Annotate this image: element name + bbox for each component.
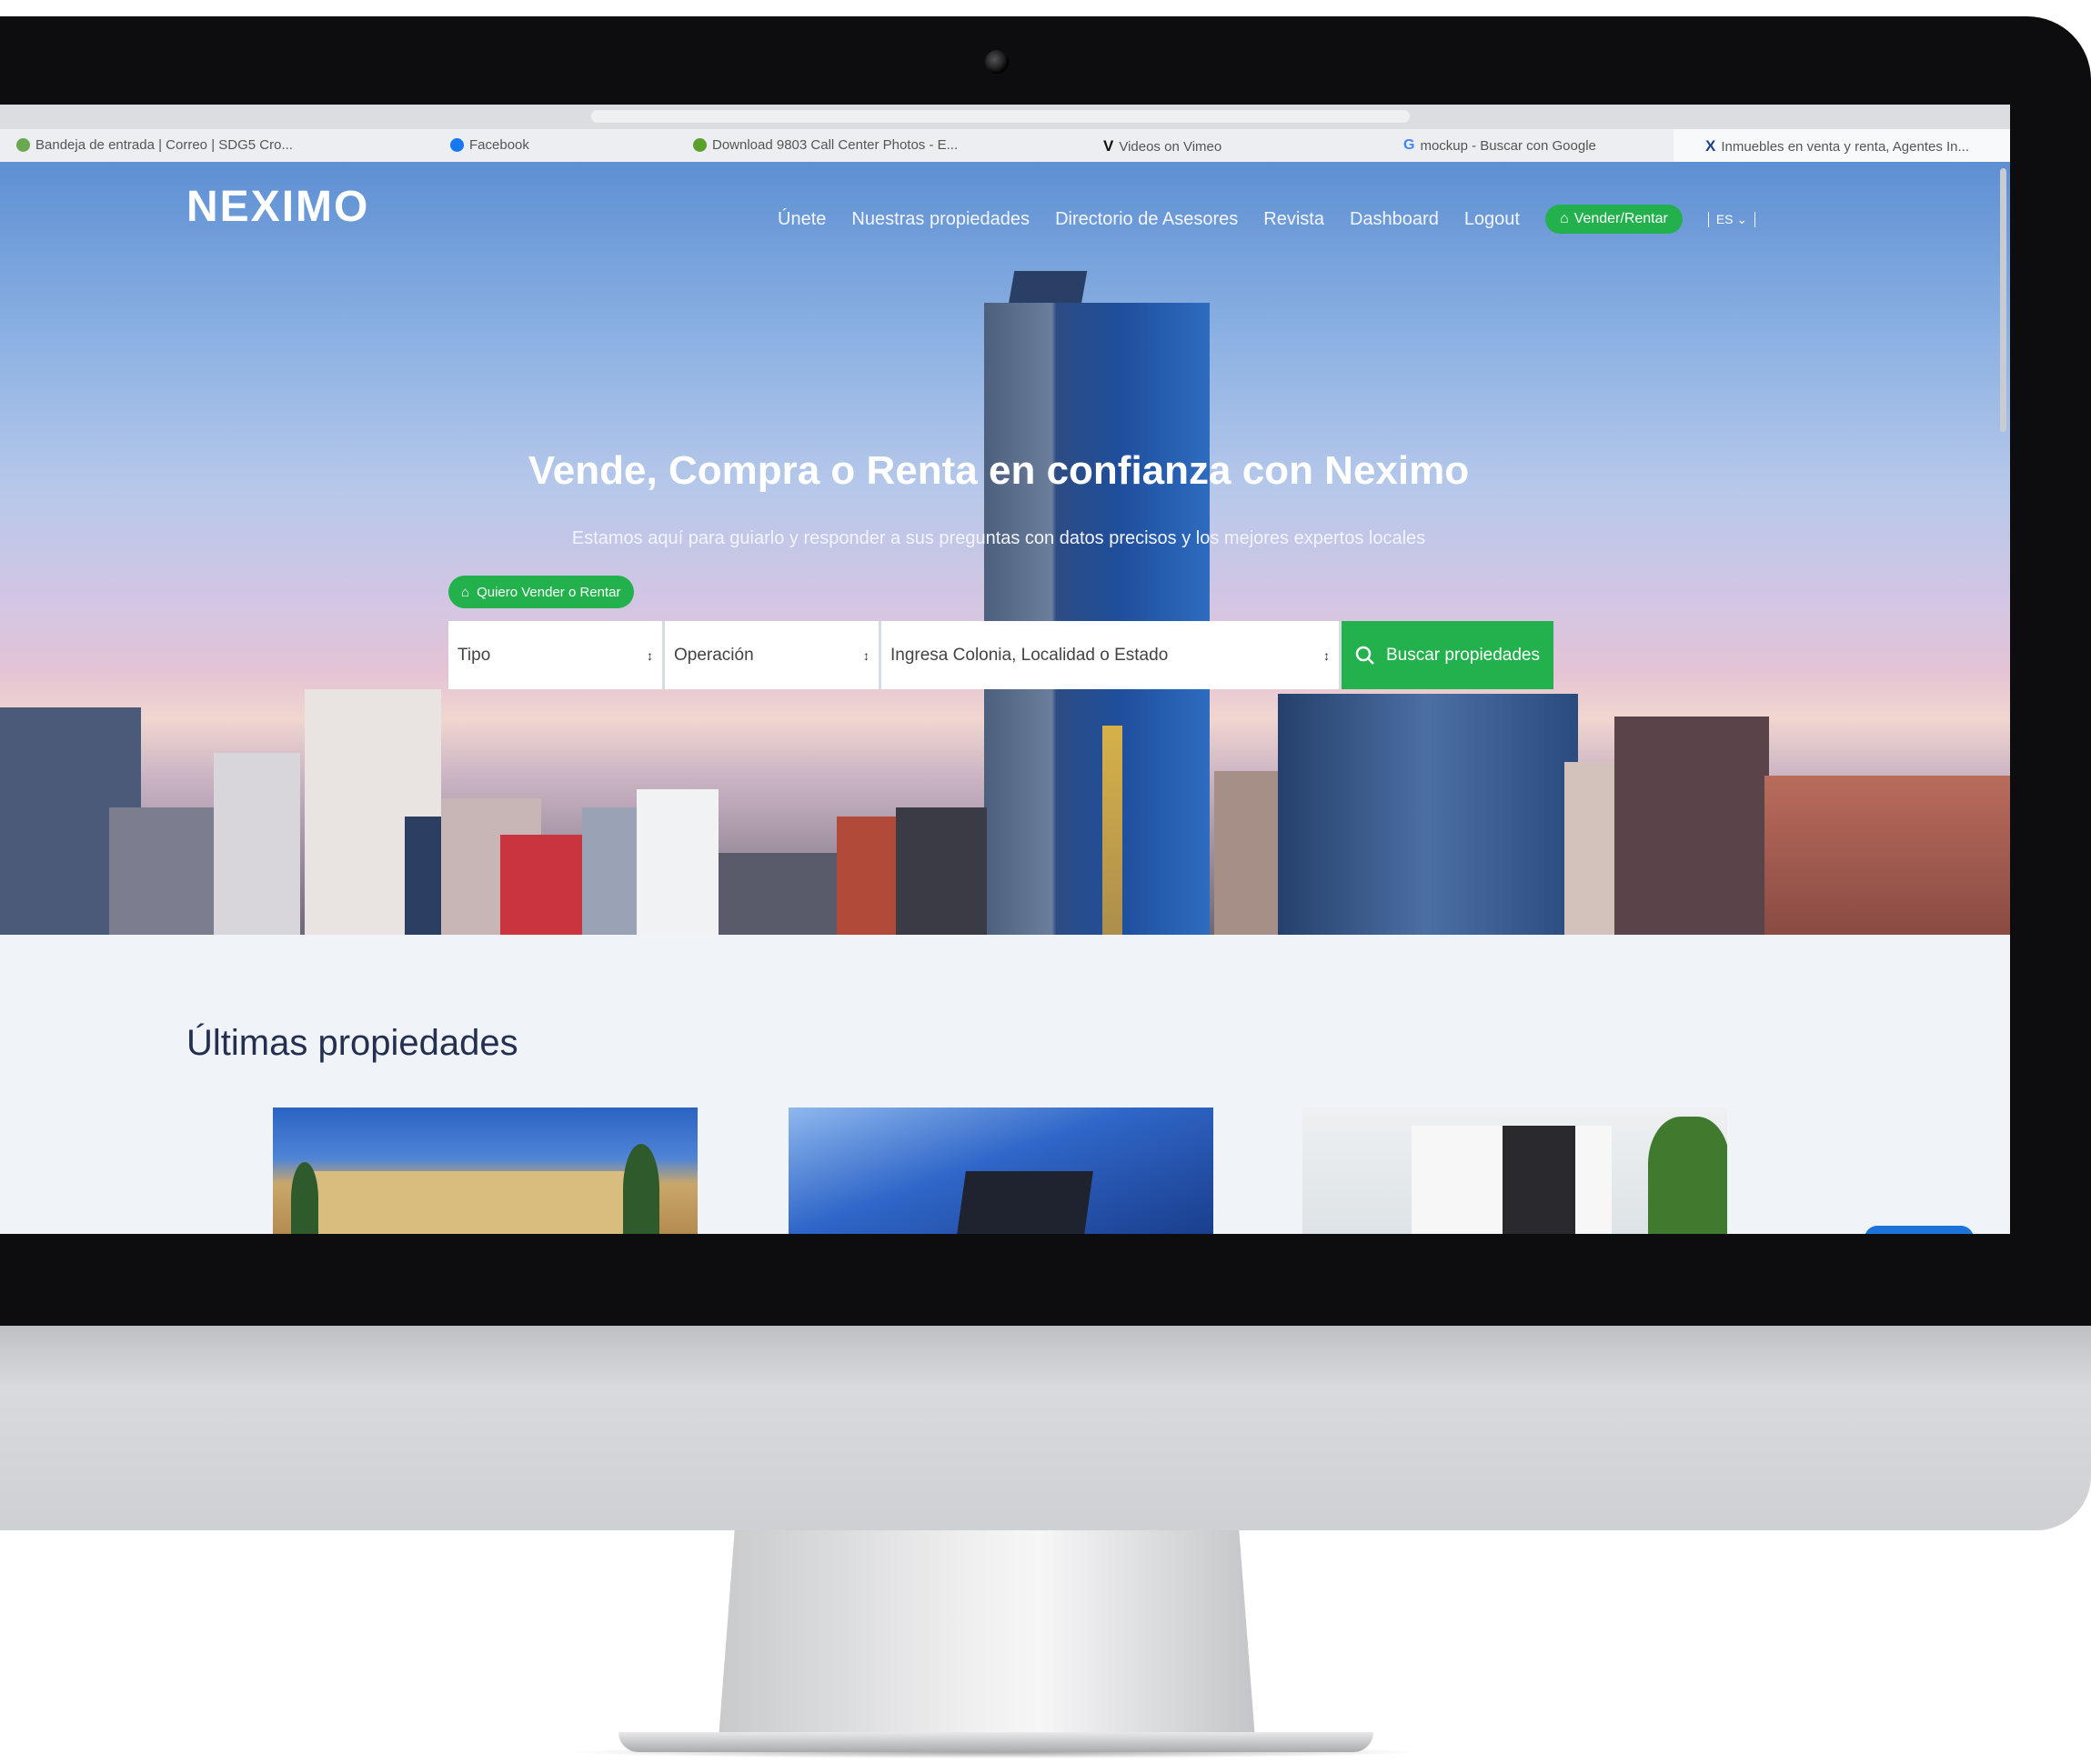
- buscar-propiedades-button[interactable]: Buscar propiedades: [1342, 621, 1553, 689]
- nav-unete[interactable]: Únete: [778, 209, 826, 230]
- language-label: ES: [1715, 211, 1734, 226]
- select-arrows-icon: ↕: [647, 647, 653, 663]
- bookmark-item[interactable]: Facebook: [450, 137, 529, 153]
- neximo-x-icon: X: [1705, 137, 1716, 155]
- select-arrows-icon: ↕: [863, 647, 870, 663]
- bookmark-label: mockup - Buscar con Google: [1420, 137, 1596, 154]
- nav-revista[interactable]: Revista: [1263, 209, 1324, 230]
- city-skyline: [0, 689, 2010, 935]
- latest-properties-title: Últimas propiedades: [186, 1023, 518, 1063]
- property-card[interactable]: [789, 1108, 1213, 1234]
- chat-button[interactable]: [1865, 1226, 1974, 1234]
- nav-directorio-asesores[interactable]: Directorio de Asesores: [1055, 209, 1238, 230]
- screen: Bandeja de entrada | Correo | SDG5 Cro..…: [0, 105, 2010, 1234]
- scrollbar[interactable]: [2000, 168, 2006, 432]
- home-icon: ⌂: [461, 584, 470, 600]
- property-image: [957, 1171, 1093, 1234]
- bookmark-label: Inmuebles en venta y renta, Agentes In..…: [1721, 138, 1970, 155]
- nav-nuestras-propiedades[interactable]: Nuestras propiedades: [851, 209, 1030, 230]
- monitor-stand: [719, 1530, 1255, 1739]
- buscar-label: Buscar propiedades: [1386, 645, 1540, 665]
- hero-subtitle: Estamos aquí para guiarlo y responder a …: [571, 528, 1426, 548]
- search-bar: Tipo ↕ Operación ↕ Ingresa Colonia, Loca…: [448, 621, 1553, 689]
- address-bar[interactable]: [591, 110, 1410, 123]
- monument-column: [1102, 726, 1122, 935]
- monitor-base: [618, 1732, 1373, 1752]
- home-icon: ⌂: [1559, 211, 1569, 226]
- language-selector[interactable]: ES ⌄: [1707, 211, 1756, 227]
- facebook-icon: [450, 138, 464, 152]
- main-nav: Únete Nuestras propiedades Directorio de…: [778, 205, 1756, 234]
- quiero-vender-button[interactable]: ⌂ Quiero Vender o Rentar: [448, 576, 634, 608]
- monitor-chin: [0, 1326, 2091, 1530]
- operacion-value: Operación: [674, 645, 754, 665]
- neximo-logo[interactable]: NEXIMO: [186, 182, 369, 232]
- bookmark-item[interactable]: X Inmuebles en venta y renta, Agentes In…: [1705, 137, 1969, 155]
- property-image: [309, 1171, 655, 1234]
- browser-toolbar: [0, 105, 2010, 129]
- vender-rentar-label: Vender/Rentar: [1573, 211, 1668, 226]
- tipo-value: Tipo: [457, 645, 491, 665]
- property-card[interactable]: [1302, 1108, 1727, 1234]
- nav-logout[interactable]: Logout: [1464, 209, 1520, 230]
- vender-rentar-button[interactable]: ⌂ Vender/Rentar: [1544, 205, 1683, 234]
- location-select[interactable]: Ingresa Colonia, Localidad o Estado ↕: [881, 621, 1342, 689]
- operacion-select[interactable]: Operación ↕: [665, 621, 881, 689]
- bookmark-item[interactable]: G mockup - Buscar con Google: [1403, 137, 1596, 154]
- camera: [985, 50, 1009, 74]
- bookmark-label: Bandeja de entrada | Correo | SDG5 Cro..…: [35, 137, 293, 153]
- google-icon: G: [1403, 137, 1415, 153]
- bookmark-label: Videos on Vimeo: [1119, 138, 1222, 155]
- quiero-vender-label: Quiero Vender o Rentar: [477, 584, 621, 600]
- mail-icon: [16, 138, 30, 152]
- select-arrows-icon: ↕: [1323, 647, 1330, 663]
- vimeo-icon: V: [1103, 137, 1114, 155]
- bookmark-item[interactable]: Bandeja de entrada | Correo | SDG5 Cro..…: [16, 137, 293, 153]
- chevron-down-icon: ⌄: [1736, 211, 1748, 226]
- hero-title: Vende, Compra o Renta en confianza con N…: [528, 448, 1470, 493]
- search-icon: [1355, 646, 1374, 665]
- nav-dashboard[interactable]: Dashboard: [1350, 209, 1439, 230]
- bookmark-item[interactable]: Download 9803 Call Center Photos - E...: [693, 137, 958, 153]
- bookmark-label: Download 9803 Call Center Photos - E...: [712, 137, 959, 153]
- tipo-select[interactable]: Tipo ↕: [448, 621, 665, 689]
- bookmarks-bar: Bandeja de entrada | Correo | SDG5 Cro..…: [0, 129, 2010, 163]
- property-card[interactable]: [273, 1108, 698, 1234]
- location-value: Ingresa Colonia, Localidad o Estado: [890, 645, 1169, 665]
- bookmark-label: Facebook: [469, 137, 529, 153]
- bookmark-item[interactable]: V Videos on Vimeo: [1103, 137, 1221, 155]
- leaf-icon: [693, 138, 707, 152]
